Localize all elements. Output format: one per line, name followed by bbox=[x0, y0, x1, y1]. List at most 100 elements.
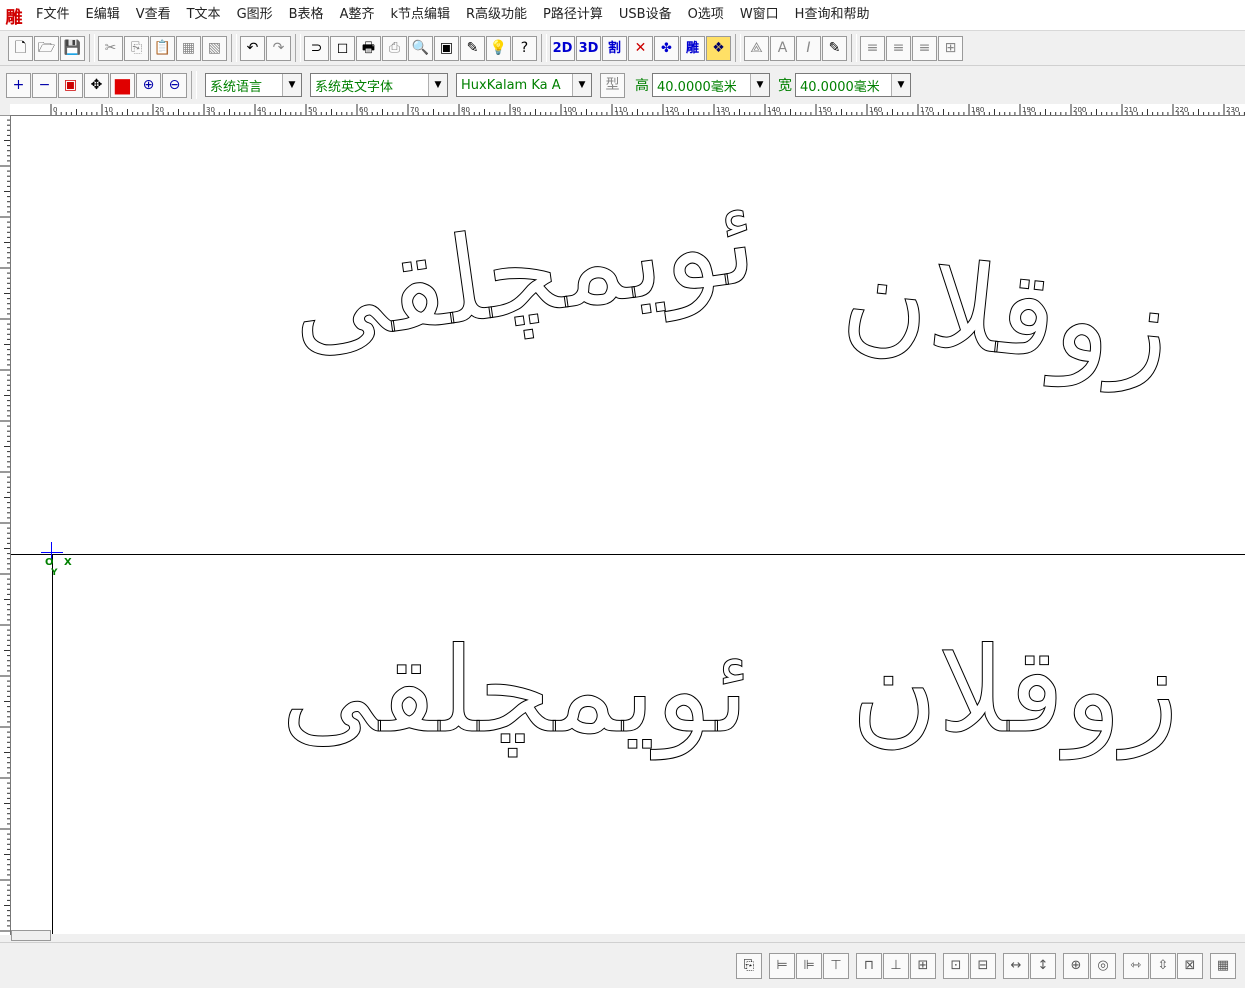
menu-help[interactable]: H查询和帮助 bbox=[787, 3, 878, 27]
redo-icon[interactable]: ↷ bbox=[266, 35, 291, 61]
menu-file[interactable]: F文件 bbox=[28, 3, 77, 27]
drawing-canvas[interactable]: O X Y ئويمچلقى زوقلان ئويمچلقى زوقلان bbox=[11, 116, 1245, 934]
align-right-edges-icon[interactable]: ⊫ bbox=[796, 952, 822, 979]
help-icon[interactable]: ? bbox=[512, 35, 537, 61]
chevron-down-icon[interactable]: ▼ bbox=[428, 74, 447, 96]
copy-icon[interactable]: ⎘ bbox=[124, 35, 149, 61]
ungroup-icon[interactable]: ↔ bbox=[1003, 952, 1029, 979]
center-page-icon[interactable]: ⊡ bbox=[943, 952, 969, 979]
zoom-in-icon[interactable]: + bbox=[6, 72, 31, 98]
text-box-icon[interactable]: A bbox=[770, 35, 795, 61]
same-size-icon[interactable]: ⊠ bbox=[1177, 952, 1203, 979]
undo-icon[interactable]: ↶ bbox=[240, 35, 265, 61]
zoom-window-icon[interactable]: ▣ bbox=[58, 72, 83, 98]
separator bbox=[89, 34, 95, 62]
align-h-center-icon[interactable]: ⊤ bbox=[823, 952, 849, 979]
copy-format-icon[interactable]: ⎘ bbox=[736, 952, 762, 979]
separator bbox=[735, 34, 741, 62]
font-family-select[interactable]: HuxKalam Ka A ▼ bbox=[456, 73, 592, 97]
ruler-label: 130 bbox=[716, 106, 729, 114]
center-group-icon[interactable]: ⊟ bbox=[970, 952, 996, 979]
same-height-icon[interactable]: ⇳ bbox=[1150, 952, 1176, 979]
chevron-down-icon[interactable]: ▼ bbox=[572, 74, 591, 96]
menu-advanced[interactable]: R高级功能 bbox=[458, 3, 535, 27]
new-file-icon[interactable]: 🗋 bbox=[8, 35, 33, 61]
save-icon[interactable]: 💾 bbox=[60, 35, 85, 61]
cut-mode-button[interactable]: 割 bbox=[602, 35, 627, 61]
text-object-top-right[interactable]: زوقلان bbox=[836, 225, 1177, 397]
zoom-previous-icon[interactable]: ⊖ bbox=[162, 72, 187, 98]
menu-usb-device[interactable]: USB设备 bbox=[611, 3, 680, 27]
text-object-bottom-left[interactable]: ئويمچلقى bbox=[280, 621, 749, 760]
mode-2d-button[interactable]: 2D bbox=[550, 35, 575, 61]
menu-table[interactable]: B表格 bbox=[281, 3, 332, 27]
menu-options[interactable]: O选项 bbox=[680, 3, 732, 27]
menu-text[interactable]: T文本 bbox=[179, 3, 229, 27]
paste-icon[interactable]: 📋 bbox=[150, 35, 175, 61]
page-left-border-line bbox=[52, 554, 53, 934]
text-object-bottom-right[interactable]: زوقلان bbox=[850, 621, 1178, 760]
align-justify-icon[interactable]: ⊞ bbox=[938, 35, 963, 61]
color-swatch-icon[interactable]: ■ bbox=[110, 72, 135, 98]
menu-edit[interactable]: E编辑 bbox=[77, 3, 127, 27]
clone-icon[interactable]: ▧ bbox=[202, 35, 227, 61]
italic-icon[interactable]: I bbox=[796, 35, 821, 61]
font-category-select[interactable]: 系统英文字体 ▼ bbox=[310, 73, 448, 97]
ruler-label: 190 bbox=[1022, 106, 1035, 114]
text-shape-icon[interactable]: ⟁ bbox=[744, 35, 769, 61]
font-style-button[interactable]: 型 bbox=[600, 72, 625, 98]
same-width-icon[interactable]: ⇿ bbox=[1123, 952, 1149, 979]
width-select[interactable]: 40.0000毫米 ▼ bbox=[795, 73, 911, 97]
font-family-value: HuxKalam Ka A bbox=[461, 77, 561, 93]
align-v-center-icon[interactable]: ⊞ bbox=[910, 952, 936, 979]
horizontal-ruler-scale: 0 10 20 30 40 50 60 70 80 90 100 110 120 130 140 150 160… bbox=[50, 104, 1245, 115]
chevron-down-icon[interactable]: ▼ bbox=[891, 74, 910, 96]
center-circle-icon[interactable]: ◎ bbox=[1090, 952, 1116, 979]
align-top-edges-icon[interactable]: ⊓ bbox=[856, 952, 882, 979]
cut-icon[interactable]: ✂ bbox=[98, 35, 123, 61]
delete-path-icon[interactable]: ✕ bbox=[628, 35, 653, 61]
height-select[interactable]: 40.0000毫米 ▼ bbox=[652, 73, 770, 97]
pattern-icon[interactable]: ✤ bbox=[654, 35, 679, 61]
path-icon[interactable]: ⊃ bbox=[304, 35, 329, 61]
distribute-v-icon[interactable]: ⊕ bbox=[1063, 952, 1089, 979]
grid-icon[interactable]: ▦ bbox=[1210, 952, 1236, 979]
menu-view[interactable]: V查看 bbox=[128, 3, 179, 27]
chevron-down-icon[interactable]: ▼ bbox=[282, 74, 301, 96]
print-preview-icon[interactable]: 🔍 bbox=[408, 35, 433, 61]
engrave-button[interactable]: 雕 bbox=[680, 35, 705, 61]
align-bottom-edges-icon[interactable]: ⊥ bbox=[883, 952, 909, 979]
menu-node-edit[interactable]: k节点编辑 bbox=[382, 3, 458, 27]
menu-path-calc[interactable]: P路径计算 bbox=[535, 3, 611, 27]
zoom-out-icon[interactable]: − bbox=[32, 72, 57, 98]
horizontal-scrollbar[interactable] bbox=[11, 930, 51, 941]
language-select[interactable]: 系统语言 ▼ bbox=[205, 73, 302, 97]
page-setup-icon[interactable]: ▣ bbox=[434, 35, 459, 61]
open-folder-icon[interactable]: 🗁 bbox=[34, 35, 59, 61]
mode-3d-button[interactable]: 3D bbox=[576, 35, 601, 61]
menu-align[interactable]: A整齐 bbox=[332, 3, 383, 27]
paste-special-icon[interactable]: ▦ bbox=[176, 35, 201, 61]
origin-cross-h bbox=[41, 552, 63, 553]
menu-window[interactable]: W窗口 bbox=[732, 3, 787, 27]
text-object-top-left[interactable]: ئويمچلقى bbox=[281, 170, 765, 373]
align-left-edges-icon[interactable]: ⊨ bbox=[769, 952, 795, 979]
distribute-h-icon[interactable]: ↕ bbox=[1030, 952, 1056, 979]
text-toolbar: + − ▣ ✥ ■ ⊕ ⊖ 系统语言 ▼ 系统英文字体 ▼ HuxKalam K… bbox=[0, 66, 1245, 104]
tip-bulb-icon[interactable]: 💡 bbox=[486, 35, 511, 61]
print-setup-icon[interactable]: ⎙ bbox=[382, 35, 407, 61]
align-center-icon[interactable]: ≡ bbox=[886, 35, 911, 61]
align-right-icon[interactable]: ≡ bbox=[912, 35, 937, 61]
align-left-icon[interactable]: ≡ bbox=[860, 35, 885, 61]
edit-text-icon[interactable]: ✎ bbox=[822, 35, 847, 61]
pan-icon[interactable]: ✥ bbox=[84, 72, 109, 98]
width-label: 宽 bbox=[778, 78, 792, 94]
layer-icon[interactable]: ❖ bbox=[706, 35, 731, 61]
menu-graphics[interactable]: G图形 bbox=[229, 3, 281, 27]
frame-icon[interactable]: ◻ bbox=[330, 35, 355, 61]
chevron-down-icon[interactable]: ▼ bbox=[750, 74, 769, 96]
ruler-label: 0 bbox=[53, 106, 57, 114]
zoom-all-icon[interactable]: ⊕ bbox=[136, 72, 161, 98]
pick-color-icon[interactable]: ✎ bbox=[460, 35, 485, 61]
print-icon[interactable]: 🖶 bbox=[356, 35, 381, 61]
